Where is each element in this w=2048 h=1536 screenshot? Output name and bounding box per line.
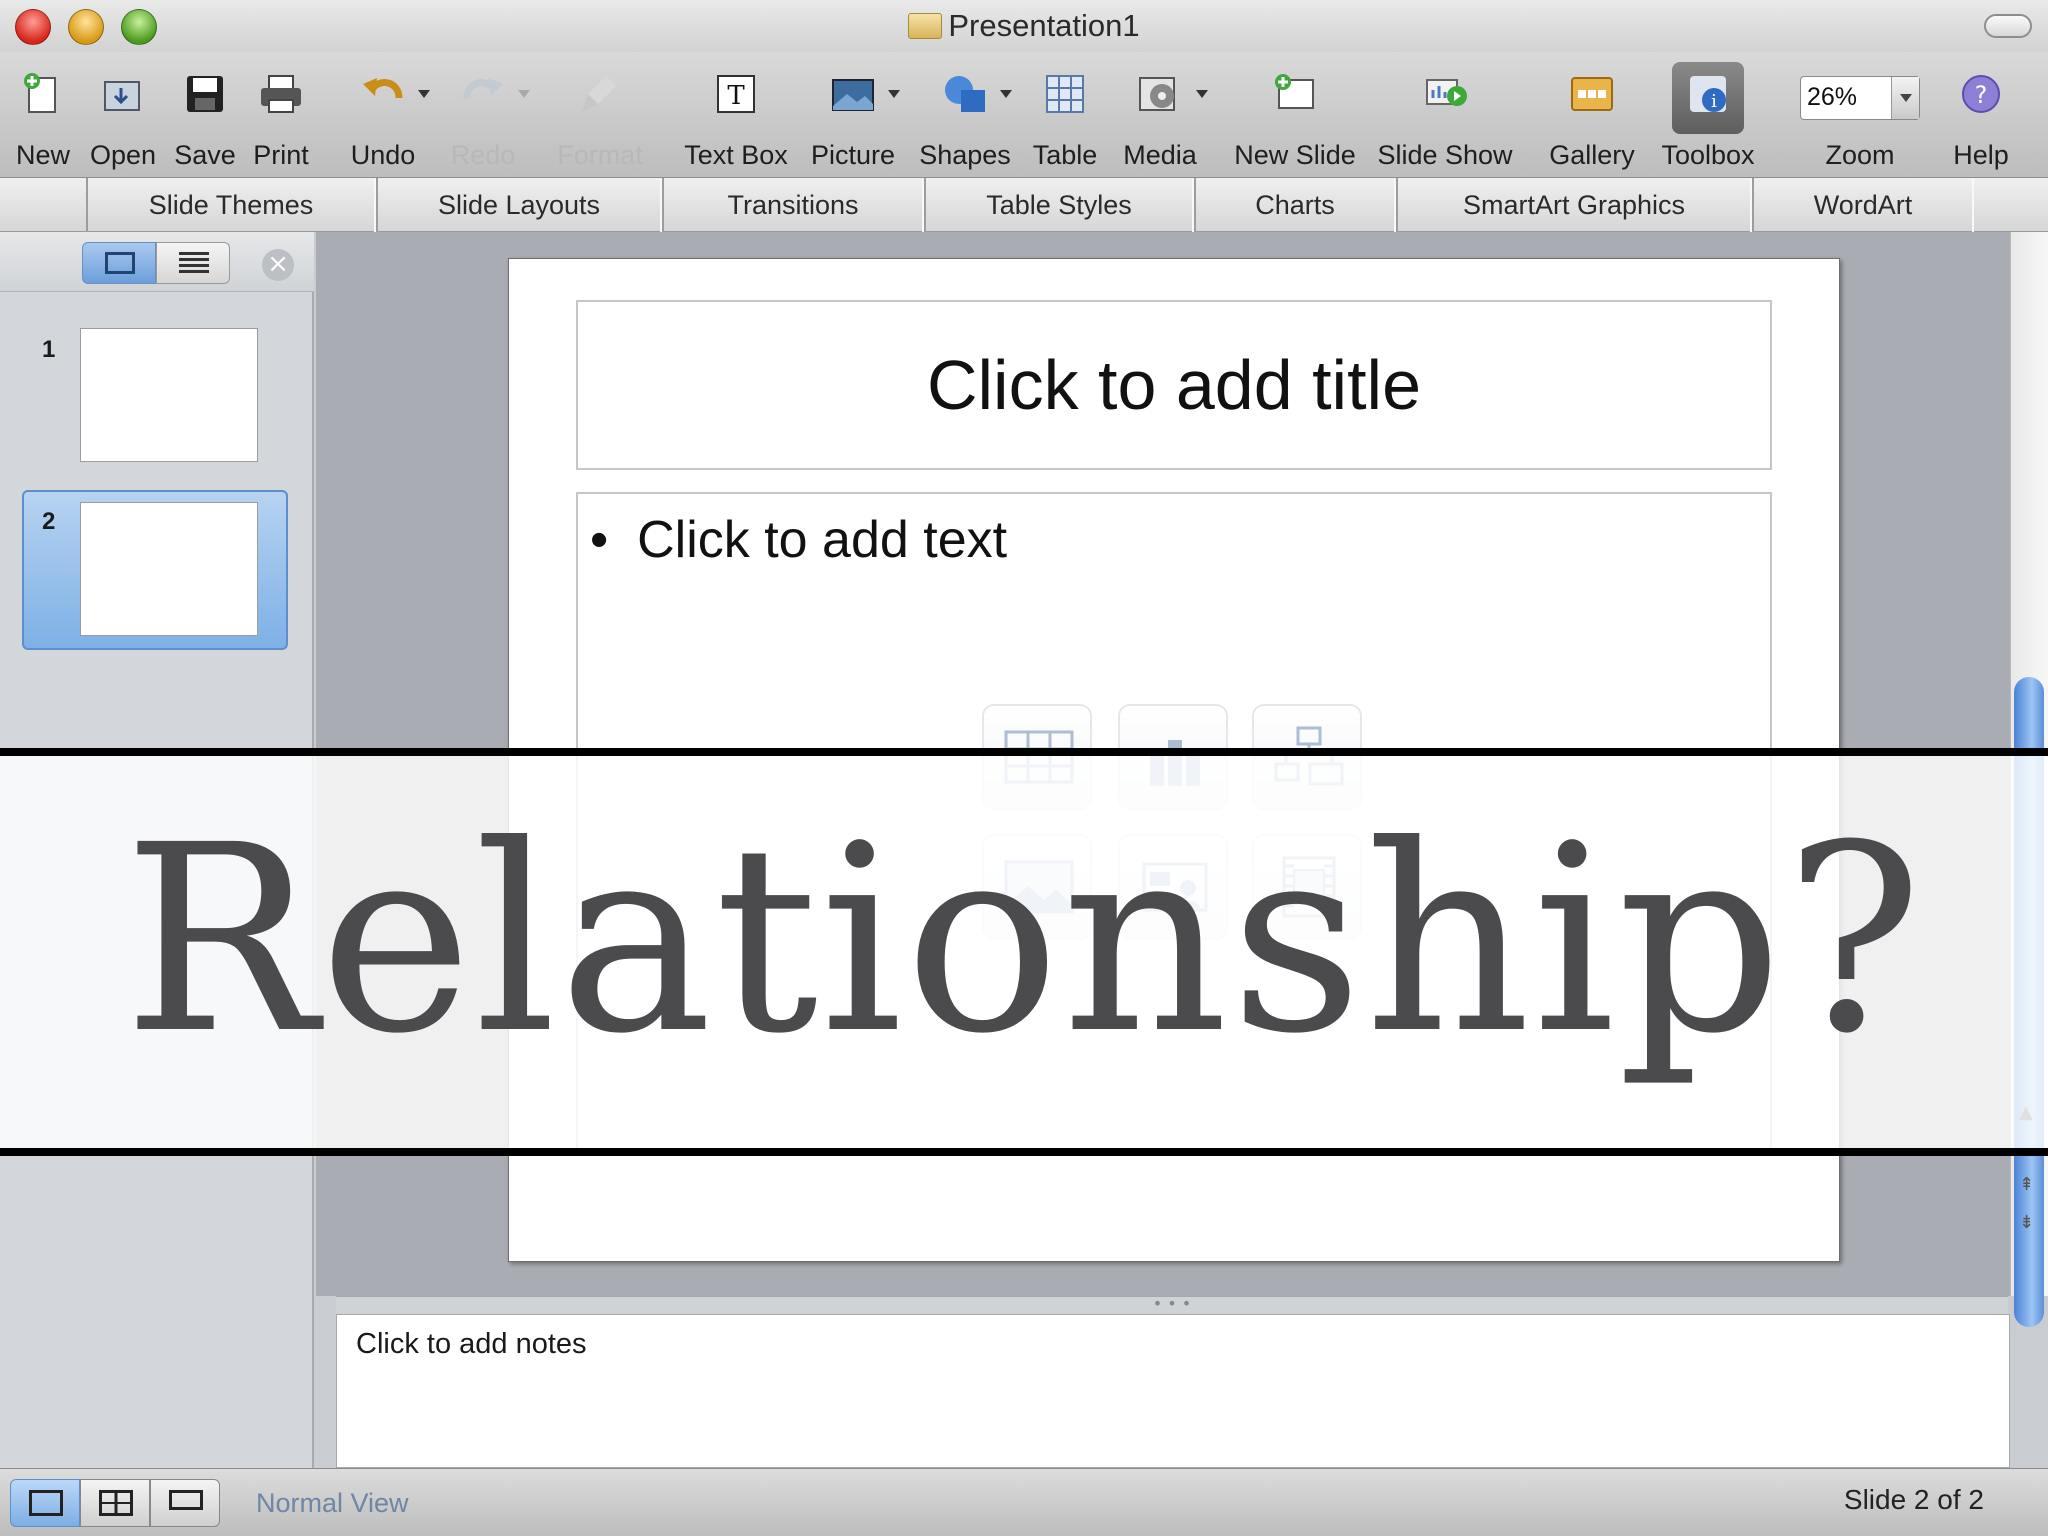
help-icon: ? (1962, 75, 2000, 113)
format-brush-icon (582, 76, 616, 112)
open-folder-icon (104, 81, 140, 111)
picture-dropdown-caret[interactable] (888, 90, 900, 98)
slide-sorter-icon (99, 1490, 133, 1516)
redo-button: Redo (440, 52, 530, 178)
presenter-screen-icon (169, 1490, 203, 1510)
toolbar-toggle-button[interactable] (1984, 14, 2032, 38)
toolbox-icon: i (1690, 76, 1726, 112)
text-box-button[interactable]: T Text Box (684, 52, 788, 178)
elements-gallery-tabs: Slide Themes Slide Layouts Transitions T… (0, 178, 2048, 232)
slide-thumbnail-icon (105, 252, 135, 274)
text-box-icon: T (717, 75, 755, 113)
help-button[interactable]: ? Help (1946, 52, 2016, 178)
slide-number: 1 (42, 336, 56, 363)
zoom-dropdown-button[interactable] (1891, 77, 1919, 119)
tab-slide-layouts[interactable]: Slide Layouts (376, 178, 662, 232)
notes-splitter[interactable]: • • • (336, 1296, 2008, 1314)
slides-pane-header: × (0, 232, 314, 292)
slides-view-toggle[interactable] (82, 242, 156, 284)
tab-table-styles[interactable]: Table Styles (924, 178, 1194, 232)
picture-icon (832, 79, 874, 111)
tab-transitions[interactable]: Transitions (662, 178, 924, 232)
slide-show-icon (1426, 79, 1467, 106)
new-slide-button[interactable]: New Slide (1234, 52, 1356, 178)
title-placeholder[interactable]: Click to add title (576, 300, 1772, 470)
tab-smartart-graphics[interactable]: SmartArt Graphics (1396, 178, 1752, 232)
next-slide-icon[interactable]: ⇟ (2019, 1212, 2034, 1233)
toolbar: New Open Save Print Undo Redo Format T T… (0, 52, 2048, 178)
redo-dropdown-caret (518, 90, 530, 98)
title-bar: Presentation1 (0, 0, 2048, 52)
media-dropdown-caret[interactable] (1196, 90, 1208, 98)
new-slide-icon (1275, 74, 1314, 109)
media-icon (1139, 77, 1175, 111)
overlay-caption: Relationship? (123, 790, 1925, 1090)
tab-charts[interactable]: Charts (1194, 178, 1396, 232)
table-icon (1046, 75, 1084, 113)
redo-icon (463, 78, 503, 99)
body-bullet-text[interactable]: • Click to add text (590, 510, 1007, 570)
notes-placeholder[interactable]: Click to add notes (356, 1328, 587, 1361)
svg-text:T: T (727, 81, 745, 111)
shapes-dropdown-caret[interactable] (1000, 90, 1012, 98)
slide-number: 2 (42, 508, 56, 535)
new-document-icon (24, 73, 56, 113)
printer-icon (261, 75, 301, 113)
outline-list-icon (179, 252, 209, 274)
gallery-button[interactable]: Gallery (1549, 52, 1635, 178)
svg-text:i: i (1711, 91, 1717, 112)
normal-view-icon (29, 1490, 63, 1516)
slide-show-button[interactable]: Slide Show (1377, 52, 1513, 178)
undo-dropdown-caret[interactable] (418, 90, 430, 98)
shapes-button[interactable]: Shapes (919, 52, 1012, 178)
slide-sorter-view-button[interactable] (80, 1479, 150, 1527)
media-button[interactable]: Media (1120, 52, 1208, 178)
outline-view-toggle[interactable] (156, 242, 230, 284)
toolbox-button[interactable]: i Toolbox (1661, 52, 1755, 178)
window-title: Presentation1 (0, 8, 2048, 44)
slide-position-label: Slide 2 of 2 (1843, 1484, 1984, 1515)
zoom-field[interactable]: 26% (1800, 76, 1920, 120)
slide-thumbnail-1[interactable] (80, 328, 258, 462)
notes-pane[interactable] (336, 1314, 2010, 1468)
normal-view-button[interactable] (10, 1479, 80, 1527)
document-icon (908, 13, 943, 39)
floppy-disk-icon (187, 76, 223, 112)
previous-slide-icon[interactable]: ⇞ (2019, 1174, 2034, 1195)
tab-slide-themes[interactable]: Slide Themes (86, 178, 376, 232)
undo-icon (363, 78, 403, 99)
shapes-icon (945, 76, 985, 112)
print-button[interactable]: Print (246, 52, 316, 178)
svg-text:?: ? (1975, 81, 1988, 109)
format-button: Format (557, 52, 643, 178)
current-view-label: Normal View (256, 1488, 409, 1518)
close-pane-icon[interactable]: × (262, 249, 294, 281)
picture-button[interactable]: Picture (810, 52, 900, 178)
slide-thumbnail-2[interactable] (80, 502, 258, 636)
slide-show-view-button[interactable] (150, 1479, 220, 1527)
tab-wordart[interactable]: WordArt (1752, 178, 1974, 232)
gallery-icon (1571, 77, 1613, 111)
